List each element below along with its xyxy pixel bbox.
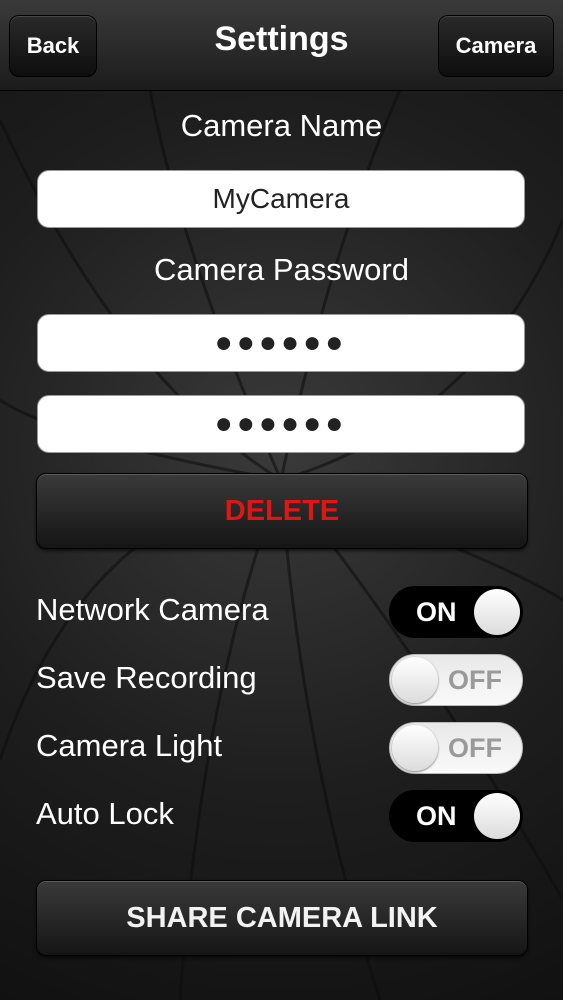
camera-button[interactable]: Camera: [438, 15, 554, 77]
camera-name-input[interactable]: [37, 170, 525, 228]
toggle-knob: [392, 725, 438, 771]
camera-light-toggle[interactable]: OFF: [389, 722, 523, 774]
auto-lock-toggle[interactable]: ON: [389, 790, 523, 842]
camera-light-label: Camera Light: [36, 728, 223, 763]
toggle-knob: [474, 793, 520, 839]
delete-button[interactable]: DELETE: [36, 473, 528, 549]
toggle-knob: [392, 657, 438, 703]
camera-password-label: Camera Password: [154, 252, 409, 287]
toggle-state-text: OFF: [448, 733, 502, 763]
auto-lock-label: Auto Lock: [36, 796, 174, 831]
toggle-state-text: OFF: [448, 665, 502, 695]
toggle-state-text: ON: [416, 801, 457, 831]
settings-screen: Back Settings Camera Camera Name Camera …: [0, 0, 563, 1000]
save-recording-label: Save Recording: [36, 660, 257, 695]
toggle-knob: [474, 589, 520, 635]
navigation-bar: Back Settings Camera: [0, 0, 563, 91]
camera-password-input[interactable]: [37, 314, 525, 372]
network-camera-toggle[interactable]: ON: [389, 586, 523, 638]
camera-password-confirm-input[interactable]: [37, 395, 525, 453]
network-camera-label: Network Camera: [36, 592, 269, 627]
toggle-state-text: ON: [416, 597, 457, 627]
share-camera-link-button[interactable]: SHARE CAMERA LINK: [36, 880, 528, 956]
camera-name-label: Camera Name: [180, 108, 383, 143]
save-recording-toggle[interactable]: OFF: [389, 654, 523, 706]
